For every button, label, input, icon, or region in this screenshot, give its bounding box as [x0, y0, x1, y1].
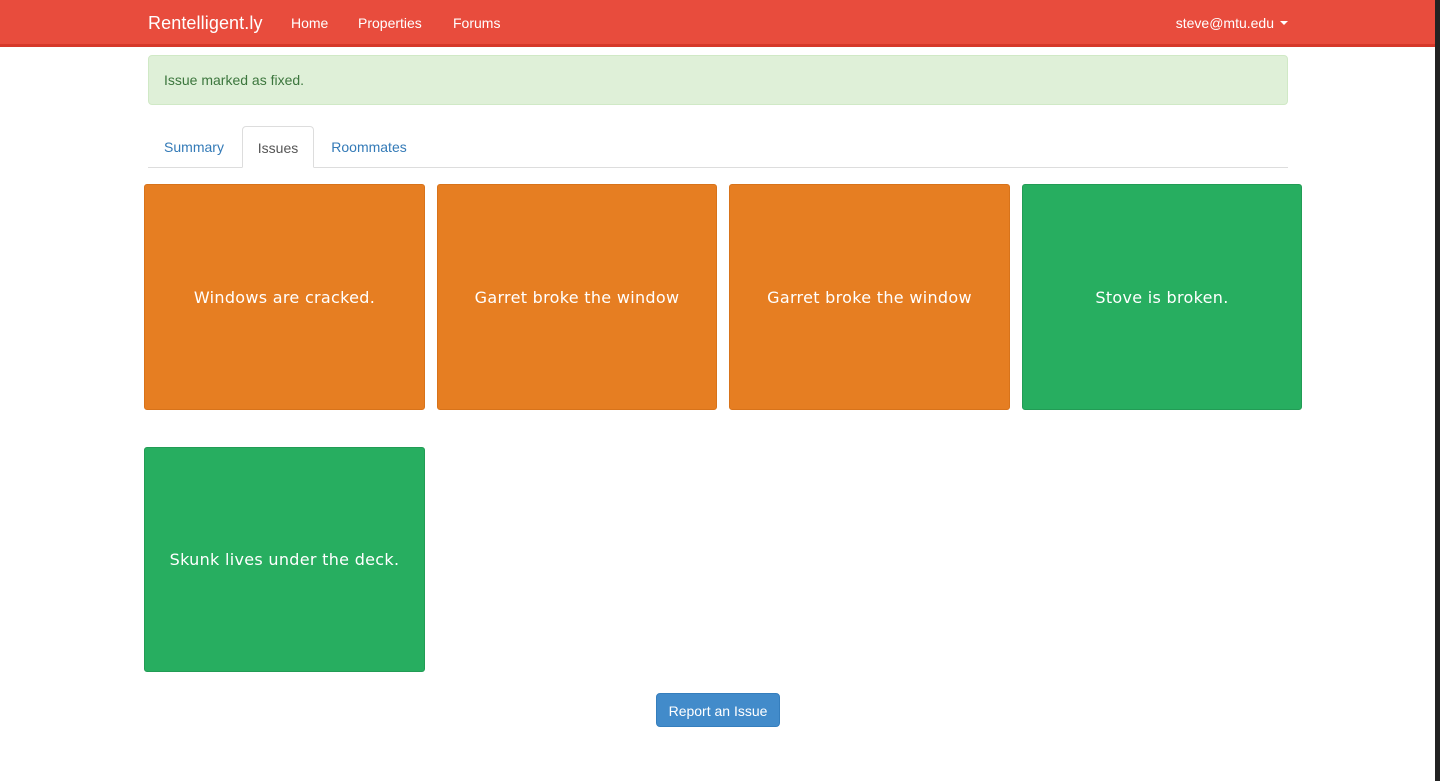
success-alert: Issue marked as fixed.	[148, 55, 1288, 105]
nav-properties-link[interactable]: Properties	[358, 0, 422, 44]
issue-card[interactable]: Garret broke the window	[729, 184, 1010, 410]
issue-title: Skunk lives under the deck.	[169, 550, 400, 569]
issue-title: Garret broke the window	[474, 287, 680, 307]
nav-home-link[interactable]: Home	[291, 0, 328, 44]
brand-logo-link[interactable]: Rentelligent.ly	[148, 0, 263, 44]
report-issue-button[interactable]: Report an Issue	[656, 693, 780, 727]
issue-title: Stove is broken.	[1095, 287, 1229, 307]
tab-roommates[interactable]: Roommates	[316, 126, 422, 167]
caret-down-icon	[1280, 21, 1288, 26]
page: Rentelligent.ly Home Properties Forums s…	[0, 0, 1440, 781]
user-email: steve@mtu.edu	[1175, 15, 1274, 31]
alert-message: Issue marked as fixed.	[164, 72, 305, 88]
tab-issues[interactable]: Issues	[242, 126, 314, 168]
issue-card[interactable]: Windows are cracked.	[144, 184, 425, 410]
issue-card[interactable]: Garret broke the window	[437, 184, 717, 410]
window-edge	[1435, 0, 1440, 781]
tab-summary[interactable]: Summary	[148, 126, 240, 167]
user-dropdown[interactable]: steve@mtu.edu	[1176, 0, 1288, 44]
nav-forums-link[interactable]: Forums	[453, 0, 500, 44]
issue-card[interactable]: Skunk lives under the deck.	[144, 447, 425, 672]
top-navbar: Rentelligent.ly Home Properties Forums s…	[0, 0, 1440, 47]
property-tabs: Summary Issues Roommates	[148, 126, 1288, 168]
issue-title: Windows are cracked.	[193, 287, 376, 307]
issue-title: Garret broke the window	[767, 287, 972, 307]
issue-card[interactable]: Stove is broken.	[1022, 184, 1302, 410]
